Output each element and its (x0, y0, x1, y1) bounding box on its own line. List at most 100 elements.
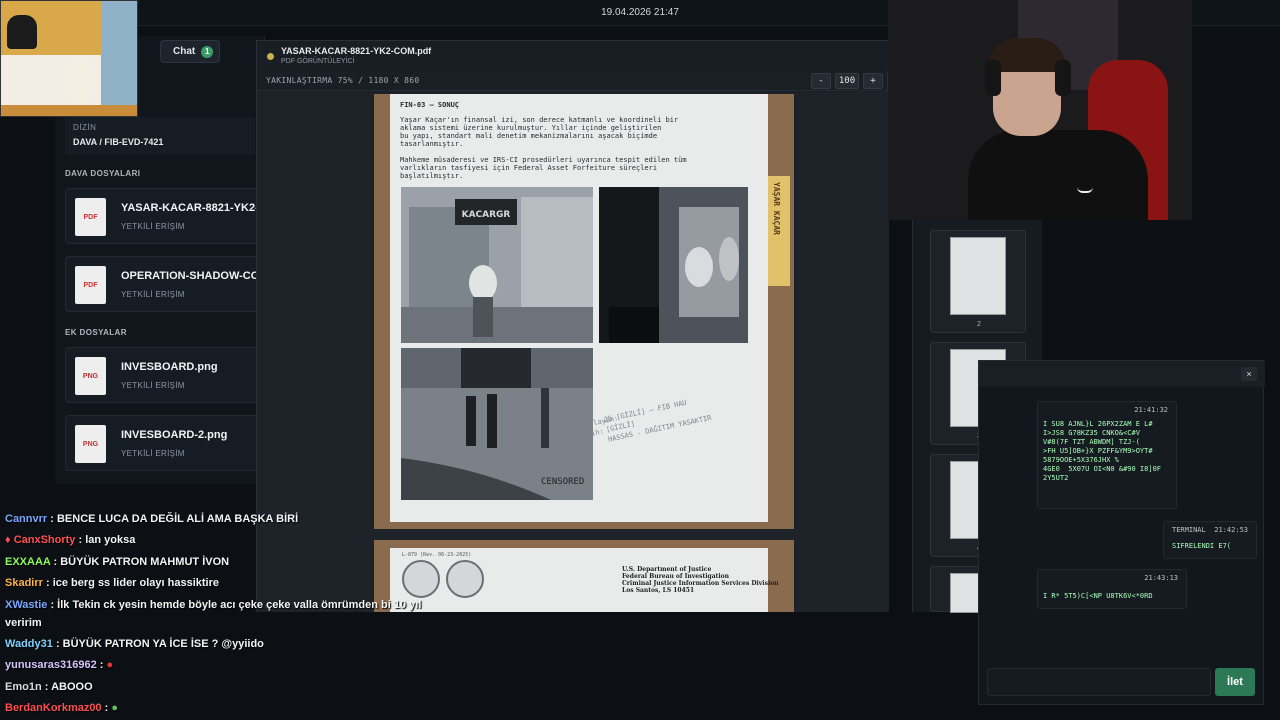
zoom-out-button[interactable]: - (811, 73, 831, 89)
terminal-message: 21:41:32 I SU8 AJNL}L 26PX2ZAM E L# I>JS… (1037, 401, 1177, 509)
evidence-photo[interactable]: KACARGR (401, 187, 593, 343)
close-icon[interactable]: × (1241, 367, 1257, 381)
chat-message: Waddy31 : BÜYÜK PATRON YA İCE İSE ? @yyi… (5, 638, 264, 650)
zoom-level[interactable]: 100 (835, 73, 859, 89)
chat-message: yunusaras316962 : ● (5, 659, 114, 671)
webcam-overlay-left (0, 0, 138, 117)
message-text: I R* 5T5)C[<NP U8TK6V<*0RD (1043, 592, 1153, 600)
file-card[interactable]: PDF YASAR-KACAR-8821-YK2- YETKİLİ ERİŞİM (65, 188, 260, 244)
chat-username: Emo1n (5, 681, 42, 693)
fbi-seal-icon (446, 560, 484, 598)
terminal-header: × (979, 361, 1265, 387)
chat-message: Emo1n : ABOOO (5, 681, 93, 693)
scene-wall (101, 1, 137, 116)
page-paragraph: Yaşar Kaçar'ın finansal izi, son derece … (400, 116, 679, 148)
message-header: TERMINAL (1172, 526, 1206, 534)
censored-stamp: CENSORED (541, 477, 584, 487)
agency-header: U.S. Department of Justice Federal Burea… (622, 566, 779, 594)
message-time: 21:43:13 (1144, 574, 1178, 582)
stream-chat: Cannvrr : BENCE LUCA DA DEĞİL ALİ AMA BA… (0, 510, 440, 720)
chat-username: Cannvrr (5, 513, 48, 525)
chat-message: ♦ CanxShorty : lan yoksa (5, 534, 136, 546)
terminal-message: TERMINAL 21:42:53 SIFRELENDI E7( (1163, 521, 1257, 559)
directory-label: DİZİN (73, 123, 97, 132)
chat-text: İlk Tekin ck yesin hemde böyle acı çeke … (57, 599, 422, 611)
file-card[interactable]: PNG INVESBOARD-2.png YETKİLİ ERİŞİM (65, 415, 260, 471)
page-paper: L-879 (Rev. 06-23-2025) U.S. Department … (390, 548, 779, 612)
chat-text: BENCE LUCA DA DEĞİL ALİ AMA BAŞKA BİRİ (56, 513, 299, 525)
chat-username: XWastie (5, 599, 48, 611)
extra-files-heading: EK DOSYALAR (65, 328, 127, 337)
viewer-subtitle: PDF GÖRÜNTÜLEYİCİ (281, 58, 355, 65)
chat-text: BÜYÜK PATRON YA İCE İSE ? @yyiido (62, 638, 264, 650)
status-dot-icon (267, 53, 274, 60)
chat-message: XWastie : İlk Tekin ck yesin hemde böyle… (5, 599, 422, 611)
character-figure (67, 61, 93, 103)
page-side-tab: YAŞAR KAÇAR (768, 176, 790, 286)
pdf-file-icon: PDF (75, 266, 106, 304)
png-file-icon: PNG (75, 425, 106, 463)
chat-text: lan yoksa (85, 534, 136, 546)
chat-username: yunusaras316962 (5, 659, 97, 671)
chat-text: veririm (5, 617, 42, 629)
headphone-icon (985, 60, 1001, 96)
chat-message: EXXAAA : BÜYÜK PATRON MAHMUT İVON (5, 556, 230, 568)
scene-ground (1, 105, 137, 116)
file-access: YETKİLİ ERİŞİM (121, 290, 185, 299)
directory-box: DİZİN DAVA / FIB-EVD-7421 (65, 117, 255, 155)
file-card[interactable]: PDF OPERATION-SHADOW-CO YETKİLİ ERİŞİM (65, 256, 260, 312)
message-time: 21:41:32 (1134, 406, 1168, 414)
file-card[interactable]: PNG INVESBOARD.png YETKİLİ ERİŞİM (65, 347, 260, 403)
emote-icon: ● (106, 659, 114, 671)
heart-icon: ♦ (5, 534, 11, 546)
zoom-in-button[interactable]: + (863, 73, 883, 89)
side-tab-label: YAŞAR KAÇAR (772, 182, 781, 235)
viewer-header: YASAR-KACAR-8821-YK2-COM.pdf PDF GÖRÜNTÜ… (257, 41, 889, 71)
terminal-panel: × 21:41:32 I SU8 AJNL}L 26PX2ZAM E L# I>… (978, 360, 1265, 705)
file-access: YETKİLİ ERİŞİM (121, 449, 185, 458)
chat-count-badge: 1 (201, 45, 214, 58)
chat-message: BerdanKorkmaz00 : ● (5, 702, 119, 714)
chat-username: Waddy31 (5, 638, 53, 650)
chat-text: BÜYÜK PATRON MAHMUT İVON (60, 556, 230, 568)
thumbnail-preview (950, 237, 1006, 315)
file-name: OPERATION-SHADOW-CO (121, 270, 260, 282)
send-button[interactable]: İlet (1215, 668, 1255, 696)
chat-tab-button[interactable]: Chat 1 (160, 40, 220, 63)
message-text: I SU8 AJNL}L 26PX2ZAM E L# I>JS8 G78KZ35… (1043, 420, 1162, 482)
chat-username: EXXAAA (5, 556, 51, 568)
evidence-photo[interactable] (599, 187, 748, 343)
emote-icon: ● (111, 702, 119, 714)
evidence-photo[interactable]: CENSORED (401, 348, 593, 500)
directory-path: DAVA / FIB-EVD-7421 (73, 137, 164, 147)
chat-tab-label: Chat (173, 46, 196, 57)
chat-text: ABOOO (51, 681, 93, 693)
viewer-title: YASAR-KACAR-8821-YK2-COM.pdf (281, 46, 432, 56)
headphone-icon (1055, 60, 1071, 96)
message-text: SIFRELENDI E7( (1172, 542, 1232, 550)
png-file-icon: PNG (75, 357, 106, 395)
file-access: YETKİLİ ERİŞİM (121, 381, 185, 390)
sign-text: KACARGR (462, 210, 511, 220)
file-access: YETKİLİ ERİŞİM (121, 222, 185, 231)
streamer-body (968, 130, 1148, 220)
classification-stamp: 25 [GİZLİ] — FIB HAU [GİZLİ] HASSAS - DA… (603, 398, 713, 444)
chat-text: ice berg ss lider olayı hassiktire (52, 577, 220, 589)
pdf-file-icon: PDF (75, 198, 106, 236)
page-paper: FIN-03 — SONUÇ Yaşar Kaçar'ın finansal i… (390, 94, 768, 522)
chat-message: Cannvrr : BENCE LUCA DA DEĞİL ALİ AMA BA… (5, 513, 299, 525)
chat-message: Skadirr : ice berg ss lider olayı hassik… (5, 577, 220, 589)
page-thumbnail[interactable]: 2 (930, 230, 1026, 333)
chat-username: BerdanKorkmaz00 (5, 702, 102, 714)
case-files-heading: DAVA DOSYALARI (65, 169, 141, 178)
message-time: 21:42:53 (1214, 526, 1248, 534)
file-name: INVESBOARD.png (121, 361, 218, 373)
webcam-overlay-right (888, 0, 1192, 220)
viewer-toolbar: YAKINLAŞTIRMA 75% / 1180 X 860 - 100 + (257, 71, 889, 91)
page-heading: FIN-03 — SONUÇ (400, 101, 460, 109)
file-name: INVESBOARD-2.png (121, 429, 228, 441)
chat-username: CanxShorty (13, 534, 76, 546)
terminal-input[interactable] (987, 668, 1211, 696)
chat-message: veririm (5, 617, 42, 629)
file-name: YASAR-KACAR-8821-YK2- (121, 202, 259, 214)
